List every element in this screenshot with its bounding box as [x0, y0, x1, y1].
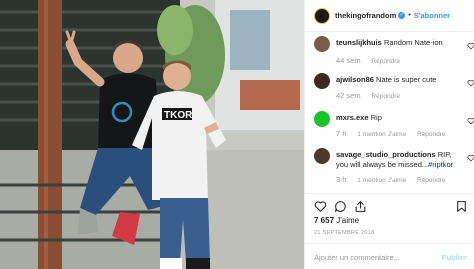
- comment-username[interactable]: savage_studio_productions: [336, 150, 436, 159]
- reply-button[interactable]: Répondre: [371, 93, 400, 100]
- comment-like-icon[interactable]: [467, 117, 474, 125]
- follow-button[interactable]: S'abonner: [414, 11, 450, 20]
- comment-like-icon[interactable]: [467, 79, 474, 87]
- comment-likes-count[interactable]: 1 mention J'aime: [357, 131, 406, 138]
- comment-time: 3 h: [336, 175, 347, 184]
- comment-hashtag[interactable]: #riptkor: [428, 160, 453, 169]
- post-actions-bar: [305, 193, 474, 217]
- comment-text: Random Nate-ion: [383, 38, 443, 47]
- add-comment-bar: Ajouter un commentaire... Publier: [305, 243, 474, 269]
- comment-text: Nate is super cute: [376, 75, 437, 84]
- comment-body: savage_studio_productions RIP, you will …: [336, 150, 464, 170]
- comment-username[interactable]: teunslijkhuis: [336, 38, 382, 47]
- comment-item: savage_studio_productions RIP, you will …: [314, 148, 474, 193]
- reply-button[interactable]: Répondre: [417, 131, 446, 138]
- bookmark-icon[interactable]: [455, 200, 468, 213]
- comment-icon[interactable]: [334, 200, 347, 213]
- comment-body: ajwilson86 Nate is super cute: [336, 75, 464, 85]
- comment-avatar[interactable]: [314, 111, 330, 127]
- comment-text: Rip: [370, 113, 382, 122]
- comment-meta: 44 sem Répondre: [336, 56, 409, 65]
- likes-summary[interactable]: 7 657 J'aime: [314, 216, 359, 225]
- comment-item: mxrs.exe Rip 7 h 1 mention J'aime Répond…: [314, 111, 474, 147]
- comment-avatar[interactable]: [314, 73, 330, 89]
- post-date: 21 SEPTEMBRE 2018: [314, 230, 375, 236]
- post-side-panel: thekingofrandom ✓ • S'abonner teunslijkh…: [304, 0, 474, 269]
- comment-meta: 3 h 1 mention J'aime Répondre: [336, 175, 455, 184]
- post-header: thekingofrandom ✓ • S'abonner: [305, 0, 474, 32]
- comment-body: teunslijkhuis Random Nate-ion: [336, 38, 464, 48]
- likes-count: 7 657: [314, 216, 335, 225]
- comment-time: 42 sem: [336, 91, 361, 100]
- comment-avatar[interactable]: [314, 36, 330, 52]
- comment-like-icon[interactable]: [467, 42, 474, 50]
- verified-badge-icon: ✓: [398, 12, 406, 19]
- comments-list[interactable]: teunslijkhuis Random Nate-ion 44 sem Rép…: [305, 33, 474, 193]
- reply-button[interactable]: Répondre: [371, 58, 400, 65]
- comment-meta: 7 h 1 mention J'aime Répondre: [336, 129, 455, 138]
- comment-username[interactable]: ajwilson86: [336, 75, 374, 84]
- comment-likes-count[interactable]: 1 mention J'aime: [357, 177, 406, 184]
- svg-text:TKOR: TKOR: [164, 110, 193, 121]
- instagram-post-window: TKOR thekingofrandom ✓ • S'abonner teuns…: [0, 0, 474, 269]
- post-photo[interactable]: TKOR: [0, 0, 304, 269]
- comment-item: teunslijkhuis Random Nate-ion 44 sem Rép…: [314, 36, 474, 72]
- likes-label: J'aime: [336, 216, 360, 225]
- header-separator: •: [408, 12, 411, 19]
- share-icon[interactable]: [354, 200, 367, 213]
- photo-illustration: TKOR: [0, 0, 304, 269]
- comment-time: 44 sem: [336, 56, 361, 65]
- publish-button[interactable]: Publier: [442, 253, 467, 262]
- comment-like-icon[interactable]: [467, 154, 474, 162]
- comment-body: mxrs.exe Rip: [336, 113, 464, 123]
- comment-meta: 42 sem Répondre: [336, 91, 409, 100]
- comment-time: 7 h: [336, 129, 347, 138]
- reply-button[interactable]: Répondre: [417, 177, 446, 184]
- add-comment-input[interactable]: Ajouter un commentaire...: [314, 253, 400, 262]
- author-avatar[interactable]: [314, 7, 330, 24]
- comment-item: ajwilson86 Nate is super cute 42 sem Rép…: [314, 73, 474, 109]
- author-username[interactable]: thekingofrandom: [335, 11, 396, 20]
- comment-avatar[interactable]: [314, 148, 330, 164]
- heart-icon[interactable]: [314, 200, 327, 213]
- comment-username[interactable]: mxrs.exe: [336, 113, 369, 122]
